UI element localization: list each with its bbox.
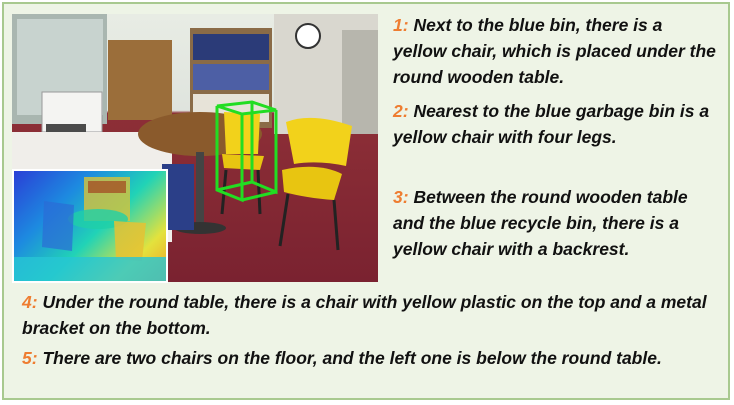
- caption-1: 1: Next to the blue bin, there is a yell…: [393, 12, 719, 90]
- caption-3: 3: Between the round wooden table and th…: [393, 184, 719, 262]
- caption-text: Nearest to the blue garbage bin is a yel…: [393, 101, 710, 147]
- depth-map-inset: [12, 169, 168, 283]
- caption-number: 2:: [393, 101, 409, 121]
- caption-text: There are two chairs on the floor, and t…: [42, 348, 662, 368]
- caption-5: 5: There are two chairs on the floor, an…: [22, 345, 726, 371]
- caption-number: 3:: [393, 187, 409, 207]
- caption-text: Between the round wooden table and the b…: [393, 187, 688, 259]
- caption-2: 2: Nearest to the blue garbage bin is a …: [393, 98, 719, 150]
- depth-drawing: [14, 177, 166, 281]
- caption-4: 4: Under the round table, there is a cha…: [22, 289, 726, 341]
- caption-number: 1:: [393, 15, 409, 35]
- caption-text: Next to the blue bin, there is a yellow …: [393, 15, 716, 87]
- annotation-panel: 1: Next to the blue bin, there is a yell…: [2, 2, 730, 400]
- caption-number: 5:: [22, 348, 38, 368]
- caption-text: Under the round table, there is a chair …: [22, 292, 707, 338]
- caption-number: 4:: [22, 292, 38, 312]
